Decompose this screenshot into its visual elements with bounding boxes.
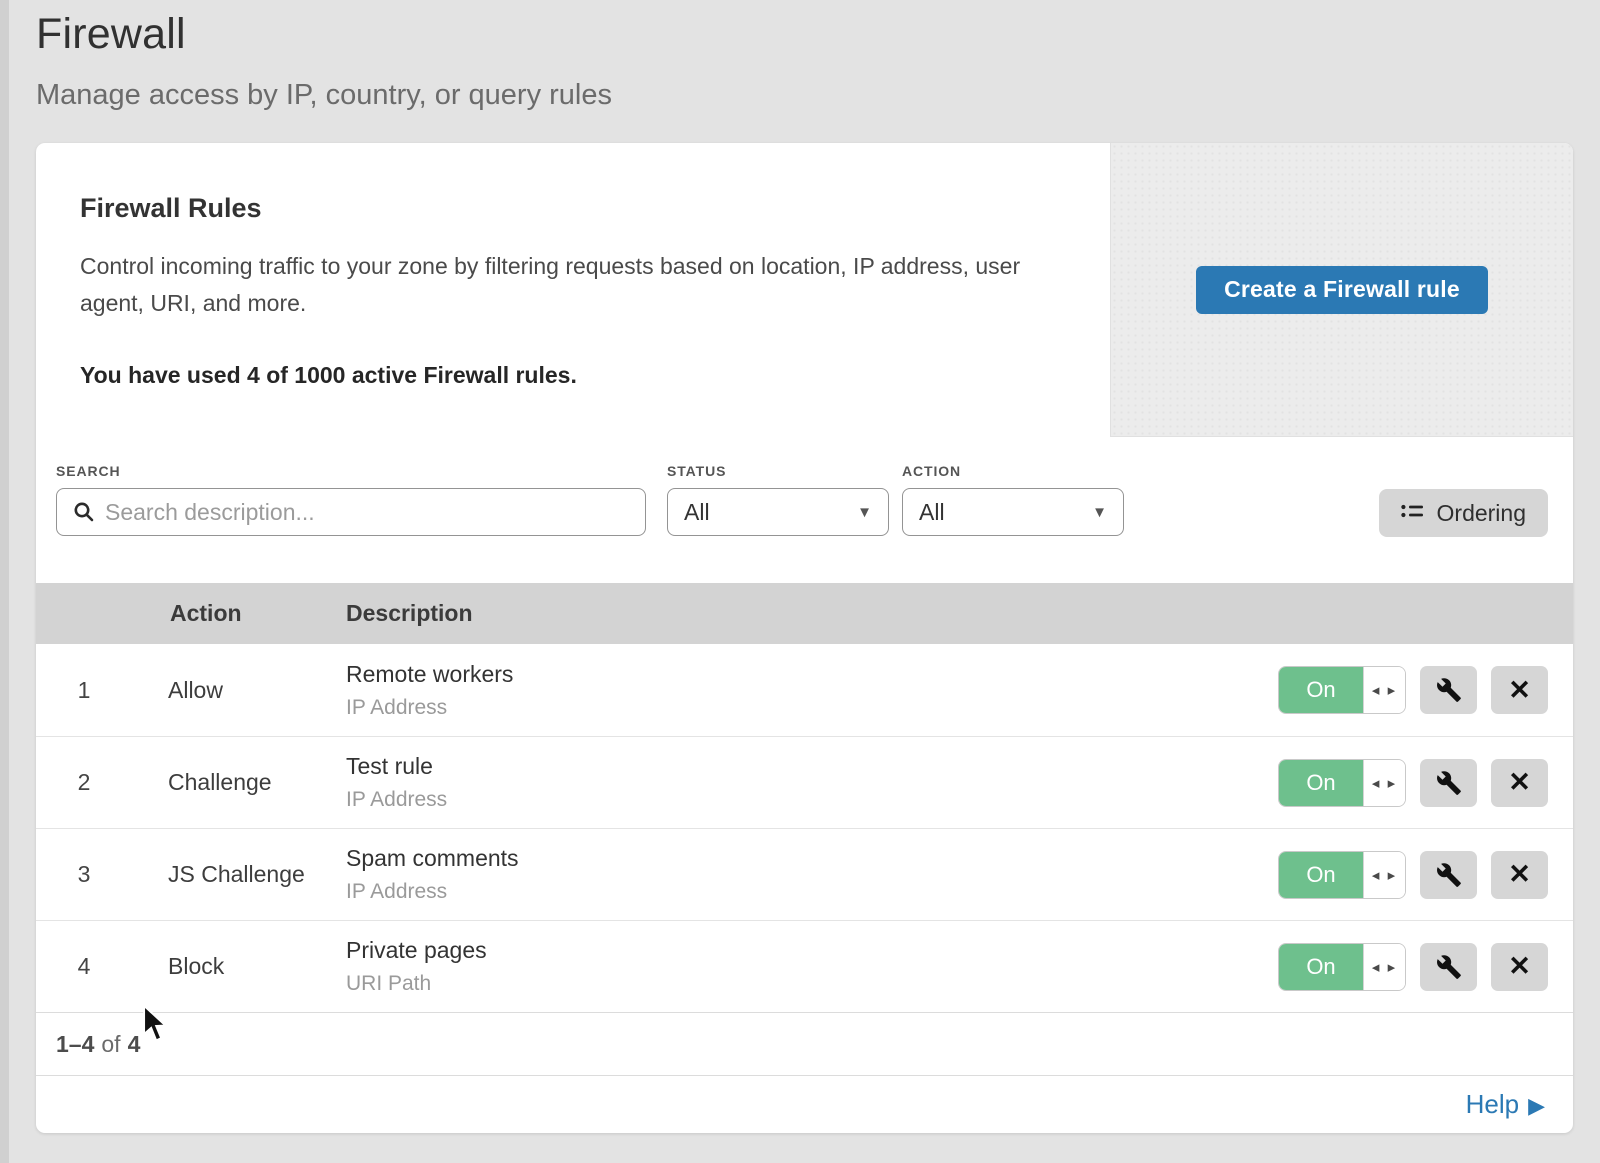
- rule-description: Remote workers: [346, 661, 1278, 688]
- create-rule-panel: Create a Firewall rule: [1110, 143, 1573, 437]
- toggle-arrows-icon: ◂ ▸: [1363, 944, 1405, 990]
- rule-controls: On ◂ ▸ ✕: [1278, 666, 1573, 714]
- close-icon: ✕: [1508, 953, 1531, 980]
- rule-priority: 3: [36, 861, 168, 888]
- rule-priority: 2: [36, 769, 168, 796]
- table-row: 2 Challenge Test rule IP Address On ◂ ▸ …: [36, 736, 1573, 828]
- wrench-icon: [1436, 677, 1462, 703]
- rule-action: Challenge: [168, 769, 346, 796]
- page-left-edge: [0, 0, 9, 1163]
- pagination-total: 4: [128, 1031, 141, 1058]
- chevron-down-icon: ▼: [857, 505, 872, 520]
- page-header: Firewall Manage access by IP, country, o…: [36, 10, 612, 112]
- rule-description-cell: Remote workers IP Address: [346, 661, 1278, 720]
- help-link[interactable]: Help ▶: [1466, 1089, 1545, 1120]
- page-title: Firewall: [36, 10, 612, 59]
- rule-description: Private pages: [346, 937, 1278, 964]
- toggle-on-label: On: [1279, 760, 1363, 806]
- edit-rule-button[interactable]: [1420, 851, 1477, 899]
- rules-table-body: 1 Allow Remote workers IP Address On ◂ ▸…: [36, 644, 1573, 1012]
- toggle-arrows-icon: ◂ ▸: [1363, 667, 1405, 713]
- action-filter-group: ACTION All ▼: [902, 463, 1124, 536]
- rule-match-type: IP Address: [346, 788, 1278, 812]
- delete-rule-button[interactable]: ✕: [1491, 759, 1548, 807]
- rules-usage-note: You have used 4 of 1000 active Firewall …: [80, 362, 1080, 389]
- status-select[interactable]: All ▼: [667, 488, 889, 536]
- edit-rule-button[interactable]: [1420, 759, 1477, 807]
- rule-action: Allow: [168, 677, 346, 704]
- help-row: Help ▶: [36, 1075, 1573, 1133]
- edit-rule-button[interactable]: [1420, 943, 1477, 991]
- rule-match-type: URI Path: [346, 972, 1278, 996]
- action-select[interactable]: All ▼: [902, 488, 1124, 536]
- table-header: Action Description: [36, 583, 1573, 644]
- toggle-on-label: On: [1279, 667, 1363, 713]
- delete-rule-button[interactable]: ✕: [1491, 666, 1548, 714]
- rules-summary-section: Firewall Rules Control incoming traffic …: [36, 143, 1573, 437]
- pagination-row: 1–4 of 4: [36, 1012, 1573, 1075]
- toggle-arrows-icon: ◂ ▸: [1363, 852, 1405, 898]
- search-input-box: [56, 488, 646, 536]
- chevron-down-icon: ▼: [1092, 505, 1107, 520]
- rule-controls: On ◂ ▸ ✕: [1278, 943, 1573, 991]
- delete-rule-button[interactable]: ✕: [1491, 851, 1548, 899]
- page-subtitle: Manage access by IP, country, or query r…: [36, 79, 612, 112]
- search-input[interactable]: [95, 490, 645, 534]
- table-row: 3 JS Challenge Spam comments IP Address …: [36, 828, 1573, 920]
- rule-description-cell: Private pages URI Path: [346, 937, 1278, 996]
- rule-enabled-toggle[interactable]: On ◂ ▸: [1278, 943, 1406, 991]
- status-select-value: All: [684, 499, 710, 526]
- rule-enabled-toggle[interactable]: On ◂ ▸: [1278, 851, 1406, 899]
- search-icon: [73, 501, 95, 523]
- rule-description: Spam comments: [346, 845, 1278, 872]
- rule-priority: 4: [36, 953, 168, 980]
- create-firewall-rule-button[interactable]: Create a Firewall rule: [1196, 266, 1488, 314]
- toggle-on-label: On: [1279, 944, 1363, 990]
- ordering-button-label: Ordering: [1437, 500, 1526, 527]
- wrench-icon: [1436, 862, 1462, 888]
- search-label: SEARCH: [56, 463, 646, 479]
- wrench-icon: [1436, 770, 1462, 796]
- rule-controls: On ◂ ▸ ✕: [1278, 759, 1573, 807]
- status-filter-group: STATUS All ▼: [667, 463, 889, 536]
- firewall-rules-card: Firewall Rules Control incoming traffic …: [36, 143, 1573, 1133]
- delete-rule-button[interactable]: ✕: [1491, 943, 1548, 991]
- rule-match-type: IP Address: [346, 880, 1278, 904]
- close-icon: ✕: [1508, 769, 1531, 796]
- action-label: ACTION: [902, 463, 1124, 479]
- toggle-arrows-icon: ◂ ▸: [1363, 760, 1405, 806]
- help-link-label: Help: [1466, 1089, 1519, 1120]
- pagination-of: of: [101, 1031, 120, 1058]
- table-row: 4 Block Private pages URI Path On ◂ ▸ ✕: [36, 920, 1573, 1012]
- ordering-button[interactable]: Ordering: [1379, 489, 1548, 537]
- rule-description-cell: Test rule IP Address: [346, 753, 1278, 812]
- rule-description: Test rule: [346, 753, 1278, 780]
- rule-action: Block: [168, 953, 346, 980]
- edit-rule-button[interactable]: [1420, 666, 1477, 714]
- action-column-header: Action: [168, 600, 346, 627]
- rule-enabled-toggle[interactable]: On ◂ ▸: [1278, 666, 1406, 714]
- close-icon: ✕: [1508, 677, 1531, 704]
- rules-info: Firewall Rules Control incoming traffic …: [36, 143, 1110, 437]
- wrench-icon: [1436, 954, 1462, 980]
- rule-controls: On ◂ ▸ ✕: [1278, 851, 1573, 899]
- search-filter-group: SEARCH: [56, 463, 646, 536]
- ordering-list-icon: [1401, 504, 1425, 522]
- close-icon: ✕: [1508, 861, 1531, 888]
- rule-description-cell: Spam comments IP Address: [346, 845, 1278, 904]
- rules-description: Control incoming traffic to your zone by…: [80, 248, 1030, 322]
- pagination-range: 1–4: [56, 1031, 94, 1058]
- rule-priority: 1: [36, 677, 168, 704]
- filter-section: SEARCH STATUS All ▼ ACTION All: [36, 437, 1573, 583]
- table-row: 1 Allow Remote workers IP Address On ◂ ▸…: [36, 644, 1573, 736]
- rule-match-type: IP Address: [346, 696, 1278, 720]
- toggle-on-label: On: [1279, 852, 1363, 898]
- help-arrow-icon: ▶: [1528, 1093, 1545, 1117]
- rule-action: JS Challenge: [168, 861, 346, 888]
- action-select-value: All: [919, 499, 945, 526]
- rules-heading: Firewall Rules: [80, 193, 1080, 224]
- status-label: STATUS: [667, 463, 889, 479]
- rule-enabled-toggle[interactable]: On ◂ ▸: [1278, 759, 1406, 807]
- description-column-header: Description: [346, 600, 1573, 627]
